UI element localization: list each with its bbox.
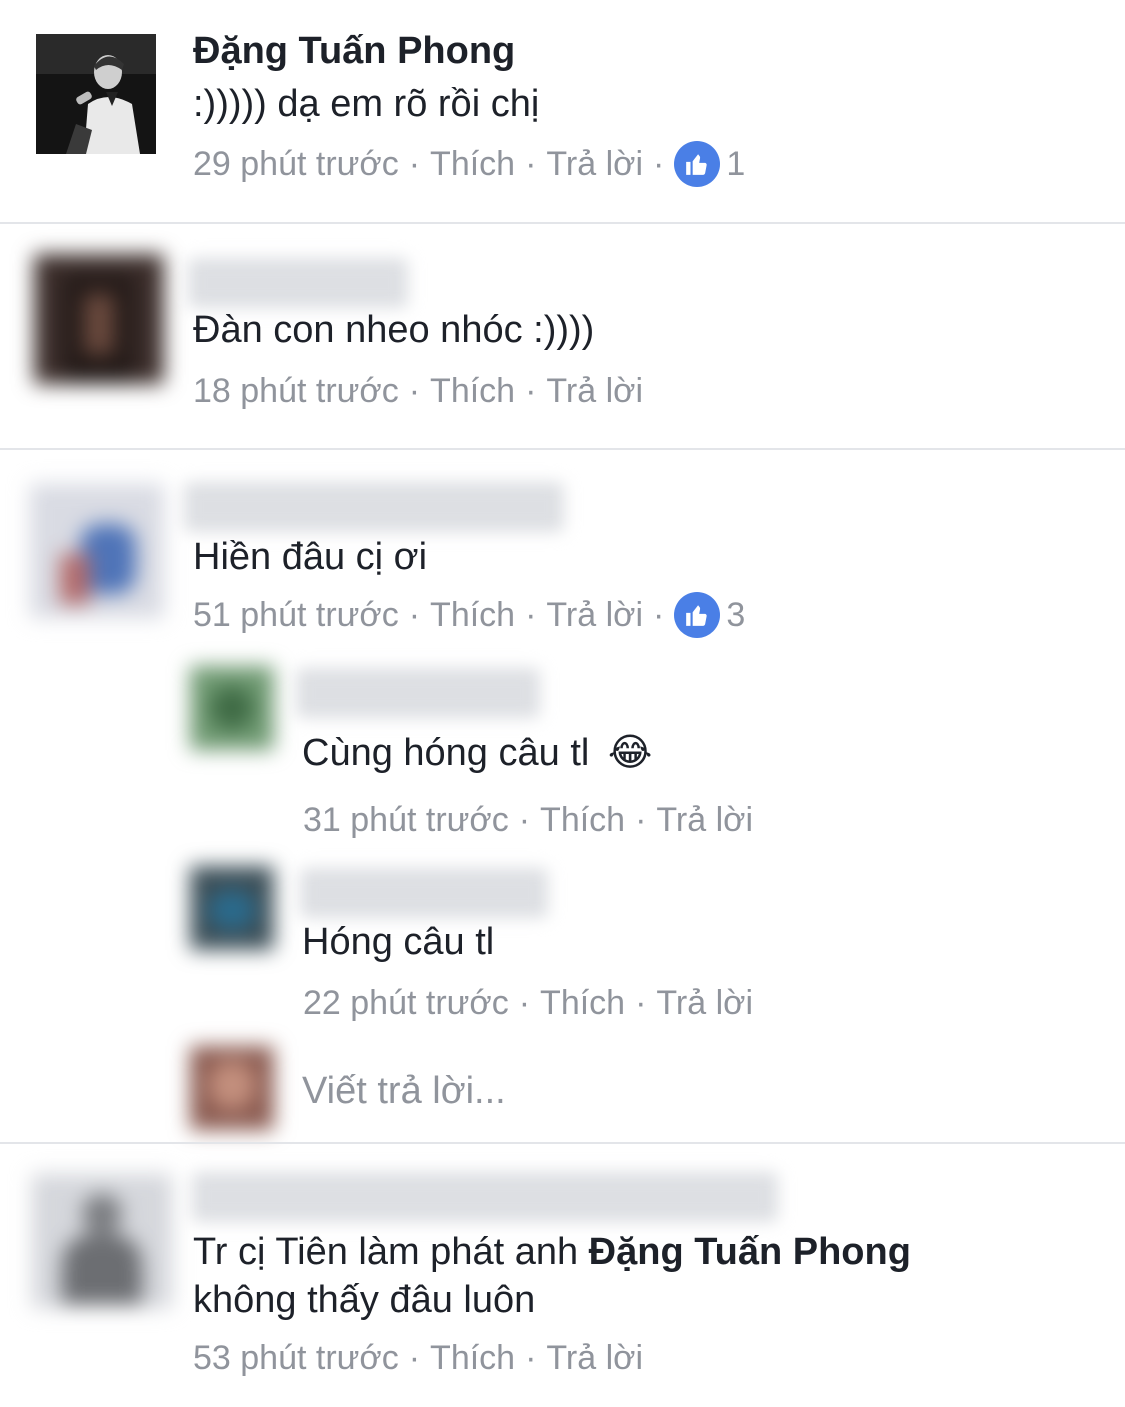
divider xyxy=(0,1142,1125,1144)
comment-meta: 53 phút trước · Thích · Trả lời xyxy=(193,1334,643,1382)
comment-meta: 51 phút trước · Thích · Trả lời · 3 xyxy=(193,591,745,639)
replier-name-blurred[interactable] xyxy=(300,868,548,918)
profile-photo xyxy=(36,34,156,154)
like-button[interactable]: Thích xyxy=(430,596,515,635)
commenter-name-blurred[interactable] xyxy=(184,482,564,532)
mention-link[interactable]: Đặng Tuấn Phong xyxy=(589,1231,911,1273)
separator: · xyxy=(408,371,421,410)
separator: · xyxy=(408,144,421,183)
thumbs-up-icon[interactable] xyxy=(674,141,721,187)
timestamp: 22 phút trước xyxy=(303,983,509,1022)
reply-button[interactable]: Trả lời xyxy=(656,801,753,840)
timestamp: 53 phút trước xyxy=(193,1338,399,1377)
separator: · xyxy=(408,1338,421,1377)
reply-button[interactable]: Trả lời xyxy=(546,145,643,184)
separator: · xyxy=(635,983,647,1022)
reply-meta: 22 phút trước · Thích · Trả lời xyxy=(303,979,753,1027)
reply-button[interactable]: Trả lời xyxy=(546,596,643,635)
commenter-name-blurred[interactable] xyxy=(188,258,408,308)
separator: · xyxy=(525,144,537,183)
comment-text: :))))) dạ em rõ rồi chị xyxy=(193,83,540,125)
like-button[interactable]: Thích xyxy=(430,145,515,184)
timestamp: 51 phút trước xyxy=(193,595,399,634)
comment-text: Đàn con nheo nhóc :)))) xyxy=(193,309,595,351)
timestamp: 29 phút trước xyxy=(193,144,399,183)
reply-button[interactable]: Trả lời xyxy=(546,1339,643,1378)
replier-name-blurred[interactable] xyxy=(296,668,540,718)
comment-meta: 18 phút trước · Thích · Trả lời xyxy=(193,367,643,415)
like-button[interactable]: Thích xyxy=(430,1339,515,1378)
avatar[interactable] xyxy=(34,254,164,384)
separator: · xyxy=(525,595,537,634)
separator: · xyxy=(635,800,647,839)
reply-text: Hóng câu tl xyxy=(302,921,495,963)
reply-meta: 31 phút trước · Thích · Trả lời xyxy=(303,796,753,844)
thumbs-up-icon[interactable] xyxy=(674,592,721,638)
avatar[interactable] xyxy=(30,484,164,618)
reply-text-content: Cùng hóng câu tl xyxy=(302,732,590,774)
comment-text-start: Tr cị Tiên làm phát anh xyxy=(193,1231,589,1273)
divider xyxy=(0,448,1125,450)
comment-text: Hiền đâu cị ơi xyxy=(193,536,428,578)
like-count[interactable]: 3 xyxy=(726,596,745,635)
commenter-name[interactable]: Đặng Tuấn Phong xyxy=(193,30,515,73)
reply-button[interactable]: Trả lời xyxy=(656,984,753,1023)
like-button[interactable]: Thích xyxy=(540,984,625,1023)
separator: · xyxy=(525,1338,537,1377)
like-button[interactable]: Thích xyxy=(540,801,625,840)
reply-text: Cùng hóng câu tl 😂 xyxy=(302,729,652,777)
reply-button[interactable]: Trả lời xyxy=(546,372,643,411)
separator: · xyxy=(518,800,531,839)
avatar[interactable] xyxy=(190,866,274,950)
avatar xyxy=(190,1046,274,1130)
timestamp: 31 phút trước xyxy=(303,800,509,839)
commenter-name-blurred[interactable] xyxy=(192,1172,778,1222)
separator: · xyxy=(518,983,531,1022)
like-count[interactable]: 1 xyxy=(726,145,745,184)
timestamp: 18 phút trước xyxy=(193,371,399,410)
like-button[interactable]: Thích xyxy=(430,372,515,411)
separator: · xyxy=(525,371,537,410)
avatar[interactable] xyxy=(32,1174,172,1308)
reply-input[interactable]: Viết trả lời... xyxy=(302,1070,506,1113)
avatar[interactable] xyxy=(190,666,274,750)
separator: · xyxy=(408,595,421,634)
comment-text: Tr cị Tiên làm phát anh Đặng Tuấn Phong xyxy=(193,1228,911,1276)
comment-text-continued: không thấy đâu luôn xyxy=(193,1279,536,1321)
separator: · xyxy=(653,144,665,183)
crying-laughing-emoji-icon: 😂 xyxy=(607,732,653,774)
comment-meta: 29 phút trước · Thích · Trả lời · 1 xyxy=(193,140,745,188)
divider xyxy=(0,222,1125,224)
separator: · xyxy=(653,595,665,634)
avatar[interactable] xyxy=(36,34,156,154)
